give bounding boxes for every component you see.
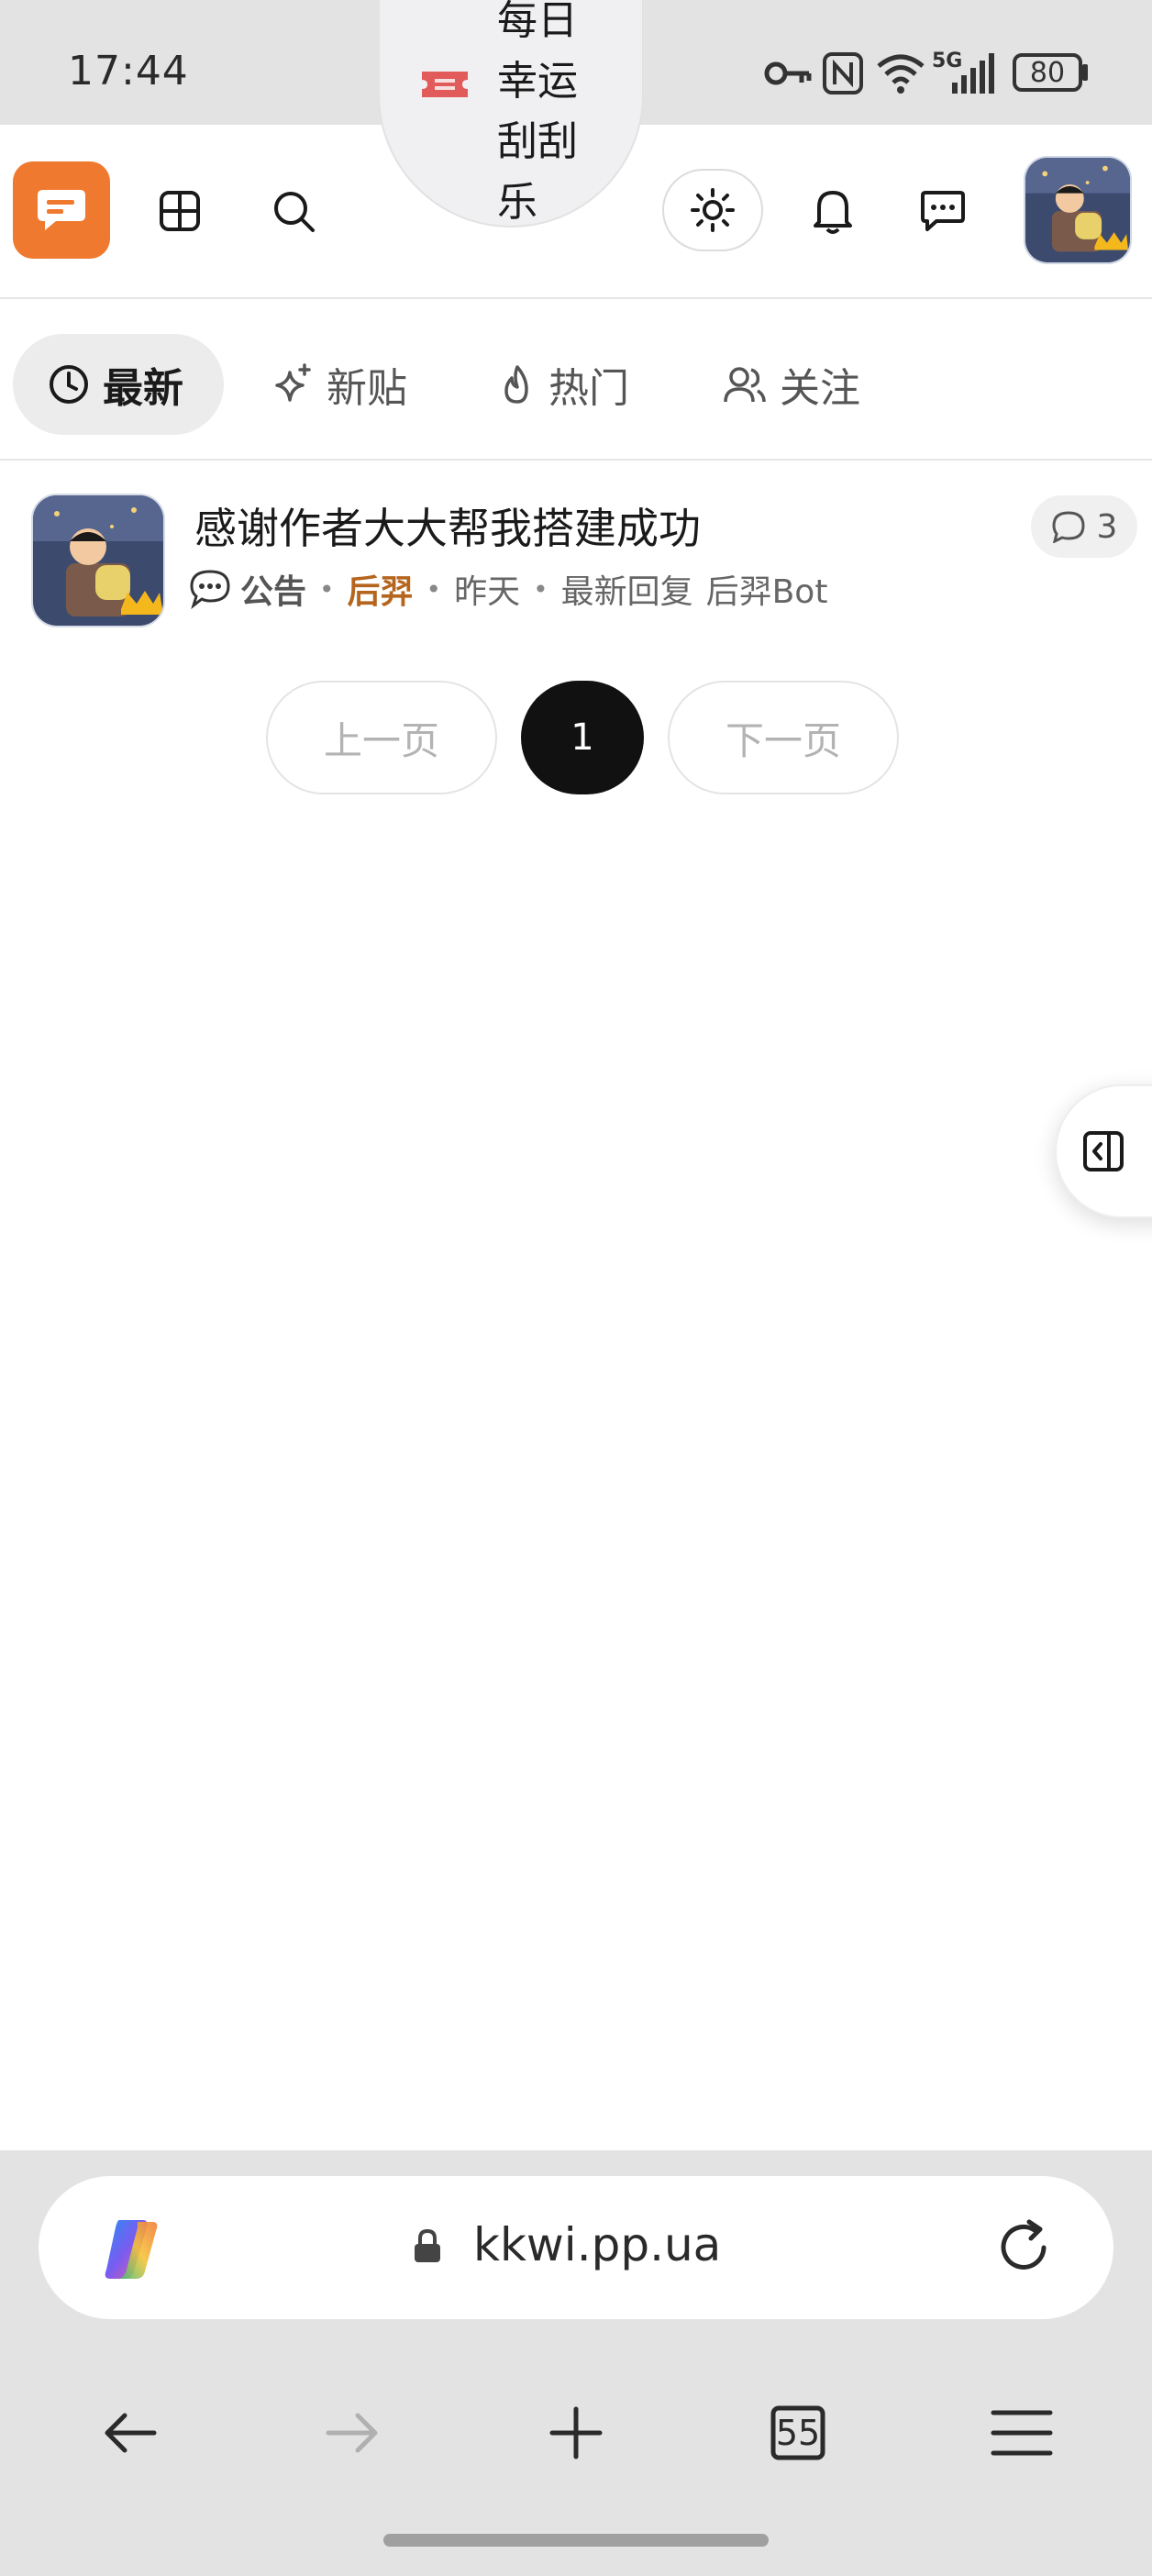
tab-count: 55 <box>775 2413 821 2453</box>
theme-toggle-button[interactable] <box>662 169 763 251</box>
avatar-image <box>1025 158 1130 262</box>
avatar-image <box>33 495 163 626</box>
topic-category[interactable]: 公告 <box>240 565 306 613</box>
users-icon <box>724 367 766 403</box>
topic-meta: 公告 • 后羿 • 昨天 • 最新回复 后羿Bot <box>189 565 827 613</box>
url-text[interactable]: kkwi.pp.ua <box>473 2218 721 2271</box>
tab-latest-label: 最新 <box>103 365 183 412</box>
tab-hot[interactable]: 热门 <box>499 334 629 435</box>
tab-follow-label: 关注 <box>780 365 860 412</box>
nfc-icon <box>823 52 863 94</box>
reload-icon <box>1001 2219 1047 2270</box>
ticket-icon <box>422 72 468 97</box>
comment-icon <box>1052 511 1085 543</box>
speech-bubble-icon <box>190 570 230 609</box>
meta-separator: • <box>319 573 335 605</box>
clock-icon <box>50 365 88 404</box>
search-icon <box>274 192 315 232</box>
wifi-icon <box>877 54 925 94</box>
site-logo[interactable] <box>13 161 110 259</box>
hamburger-icon <box>991 2410 1053 2456</box>
copilot-icon[interactable] <box>92 2215 171 2284</box>
battery-level: 80 <box>1029 56 1066 89</box>
topic-title[interactable]: 感谢作者大大帮我搭建成功 <box>194 495 701 556</box>
prev-page-button[interactable]: 上一页 <box>266 681 497 794</box>
message-icon <box>921 191 965 231</box>
flame-icon <box>504 365 528 404</box>
panel-collapse-icon <box>1083 1131 1124 1171</box>
forum-chat-icon <box>38 190 85 230</box>
topic-time: 昨天 <box>454 573 521 611</box>
reply-count-badge: 3 <box>1031 495 1137 558</box>
tab-hot-label: 热门 <box>548 365 629 412</box>
user-avatar[interactable] <box>1024 156 1132 264</box>
meta-separator: • <box>426 573 442 605</box>
next-page-button[interactable]: 下一页 <box>668 681 899 794</box>
tab-follow[interactable]: 关注 <box>723 334 860 435</box>
tab-new-label: 新贴 <box>327 365 407 412</box>
home-indicator[interactable] <box>383 2534 769 2547</box>
plus-icon <box>549 2406 603 2459</box>
back-button[interactable] <box>95 2398 165 2468</box>
reload-button[interactable] <box>989 2213 1058 2282</box>
topic-tabs: 最新 新贴 热门 关注 <box>0 299 1152 461</box>
new-tab-button[interactable] <box>541 2398 611 2468</box>
tab-latest[interactable]: 最新 <box>13 334 224 435</box>
side-panel-toggle[interactable] <box>1055 1084 1152 1218</box>
last-reply-label: 最新回复 <box>560 573 693 611</box>
bell-icon <box>814 191 852 234</box>
current-page-button[interactable]: 1 <box>521 681 644 794</box>
battery-icon: 80 <box>1013 53 1082 92</box>
messages-button[interactable] <box>908 176 978 246</box>
key-icon <box>764 61 812 85</box>
signal-icon <box>952 53 994 94</box>
grid-icon <box>160 191 200 231</box>
topic-author[interactable]: 后羿 <box>348 565 414 613</box>
sun-icon <box>691 188 735 232</box>
search-button[interactable] <box>260 178 327 244</box>
reply-count: 3 <box>1096 507 1118 546</box>
meta-separator: • <box>533 573 548 605</box>
last-reply-user[interactable]: 后羿Bot <box>706 565 828 613</box>
menu-button[interactable] <box>987 2398 1057 2468</box>
tab-switcher-button[interactable]: 55 <box>763 2398 833 2468</box>
categories-button[interactable] <box>147 178 213 244</box>
battery-tip <box>1082 64 1088 81</box>
browser-toolbar: kkwi.pp.ua 55 <box>0 2150 1152 2576</box>
sparkle-icon <box>275 363 311 402</box>
tab-new[interactable]: 新贴 <box>271 334 407 435</box>
forward-button[interactable] <box>317 2398 387 2468</box>
topic-list-item[interactable]: 感谢作者大大帮我搭建成功 公告 • 后羿 • 昨天 • 最新回复 后羿Bot 3 <box>0 462 1152 646</box>
arrow-left-icon <box>105 2413 157 2453</box>
lock-icon <box>415 2229 440 2262</box>
lucky-label: 每日幸运刮刮乐 <box>497 0 578 226</box>
arrow-right-icon <box>326 2413 378 2453</box>
pagination: 上一页 1 下一页 <box>0 679 1152 798</box>
notifications-button[interactable] <box>798 176 868 246</box>
status-time: 17:44 <box>68 48 189 94</box>
address-bar[interactable]: kkwi.pp.ua <box>39 2176 1113 2319</box>
topic-author-avatar[interactable] <box>31 494 165 627</box>
